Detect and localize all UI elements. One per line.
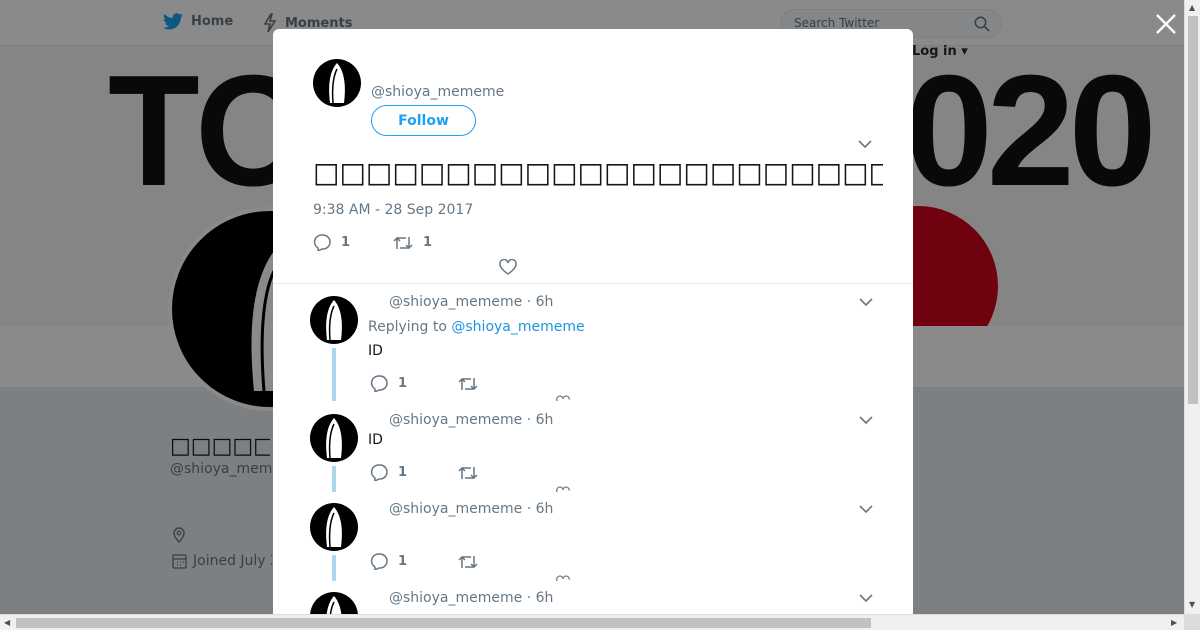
reply-header[interactable]: @shioya_mememe · 6h: [389, 412, 553, 428]
chevron-down-icon[interactable]: [859, 593, 873, 603]
reply-icon: [370, 553, 388, 570]
reply-actions-row-1: 1: [273, 373, 913, 401]
horizontal-scroll-thumb[interactable]: [16, 618, 871, 628]
scroll-up-icon[interactable]: ▲: [1189, 4, 1195, 12]
thread-line: [332, 373, 336, 401]
reply-header[interactable]: @shioya_mememe · 6h: [389, 590, 553, 606]
reply-count: 1: [341, 235, 351, 250]
reply-tweet-1[interactable]: @shioya_mememe · 6h Replying to @shioya_…: [273, 285, 913, 375]
close-icon[interactable]: [1154, 12, 1178, 36]
horizontal-scrollbar[interactable]: ◀ ▶: [0, 614, 1184, 630]
chevron-down-icon[interactable]: [859, 504, 873, 514]
login-dropdown[interactable]: Log in ▾: [912, 44, 968, 59]
reply-icon: [370, 375, 388, 392]
reply-text: ID: [368, 432, 383, 448]
chevron-down-icon[interactable]: [859, 297, 873, 307]
scrollbar-corner: [1184, 614, 1200, 630]
replying-to-link[interactable]: @shioya_mememe: [451, 319, 584, 335]
reply-icon: [313, 234, 331, 251]
vertical-scroll-thumb[interactable]: [1188, 16, 1198, 404]
tweet-timestamp[interactable]: 9:38 AM - 28 Sep 2017: [313, 202, 473, 218]
reply-actions: 1: [370, 375, 546, 392]
thread-line: [332, 555, 336, 581]
thread-line: [332, 348, 336, 375]
reply-tweet-4[interactable]: @shioya_mememe · 6h: [273, 580, 913, 614]
reply-text: ID: [368, 343, 383, 359]
reply-count: 1: [398, 554, 408, 569]
retweet-count: 1: [423, 235, 433, 250]
avatar[interactable]: [310, 296, 358, 344]
retweet-button[interactable]: [458, 375, 546, 392]
avatar[interactable]: [310, 592, 358, 614]
reply-count: 1: [398, 376, 408, 391]
thread-line: [332, 466, 336, 492]
avatar[interactable]: [310, 414, 358, 462]
chevron-down-icon[interactable]: [858, 139, 872, 149]
retweet-icon: [393, 236, 413, 249]
reply-header[interactable]: @shioya_mememe · 6h: [389, 501, 553, 517]
reply-icon: [370, 464, 388, 481]
tweet-handle[interactable]: @shioya_mememe: [371, 84, 504, 100]
follow-button[interactable]: Follow: [371, 105, 476, 136]
tweet-actions: 1 1: [313, 234, 432, 251]
retweet-icon: [458, 466, 478, 479]
avatar[interactable]: [313, 59, 361, 107]
reply-button[interactable]: 1: [313, 234, 393, 251]
tweet-permalink-modal: @shioya_mememe Follow □□□□□□□□□□□□□□□□□□…: [273, 29, 913, 614]
heart-icon[interactable]: [499, 259, 517, 275]
heart-icon[interactable]: [556, 395, 570, 401]
scroll-down-icon[interactable]: ▼: [1189, 601, 1195, 609]
main-tweet: @shioya_mememe Follow □□□□□□□□□□□□□□□□□□…: [273, 29, 913, 284]
replying-to: Replying to @shioya_mememe: [368, 319, 585, 335]
chevron-down-icon[interactable]: [859, 415, 873, 425]
retweet-icon: [458, 555, 478, 568]
tweet-text: □□□□□□□□□□□□□□□□□□□□□□□□□□□□□□□□□□□□□: [313, 156, 883, 189]
retweet-button[interactable]: 1: [393, 234, 432, 251]
reply-actions: 1: [370, 553, 546, 570]
scroll-left-icon[interactable]: ◀: [4, 619, 10, 627]
scroll-right-icon[interactable]: ▶: [1171, 619, 1177, 627]
reply-count: 1: [398, 465, 408, 480]
vertical-scrollbar[interactable]: ▲ ▼: [1184, 0, 1200, 614]
reply-header[interactable]: @shioya_mememe · 6h: [389, 294, 553, 310]
avatar[interactable]: [310, 503, 358, 551]
reply-tweet-2[interactable]: @shioya_mememe · 6h ID 1: [273, 402, 913, 492]
reply-actions: 1: [370, 464, 546, 481]
retweet-button[interactable]: [458, 553, 546, 570]
retweet-button[interactable]: [458, 464, 546, 481]
reply-button[interactable]: 1: [370, 464, 458, 481]
reply-tweet-3[interactable]: @shioya_mememe · 6h 1: [273, 491, 913, 581]
replying-to-prefix: Replying to: [368, 319, 447, 335]
reply-button[interactable]: 1: [370, 375, 458, 392]
retweet-icon: [458, 377, 478, 390]
reply-button[interactable]: 1: [370, 553, 458, 570]
